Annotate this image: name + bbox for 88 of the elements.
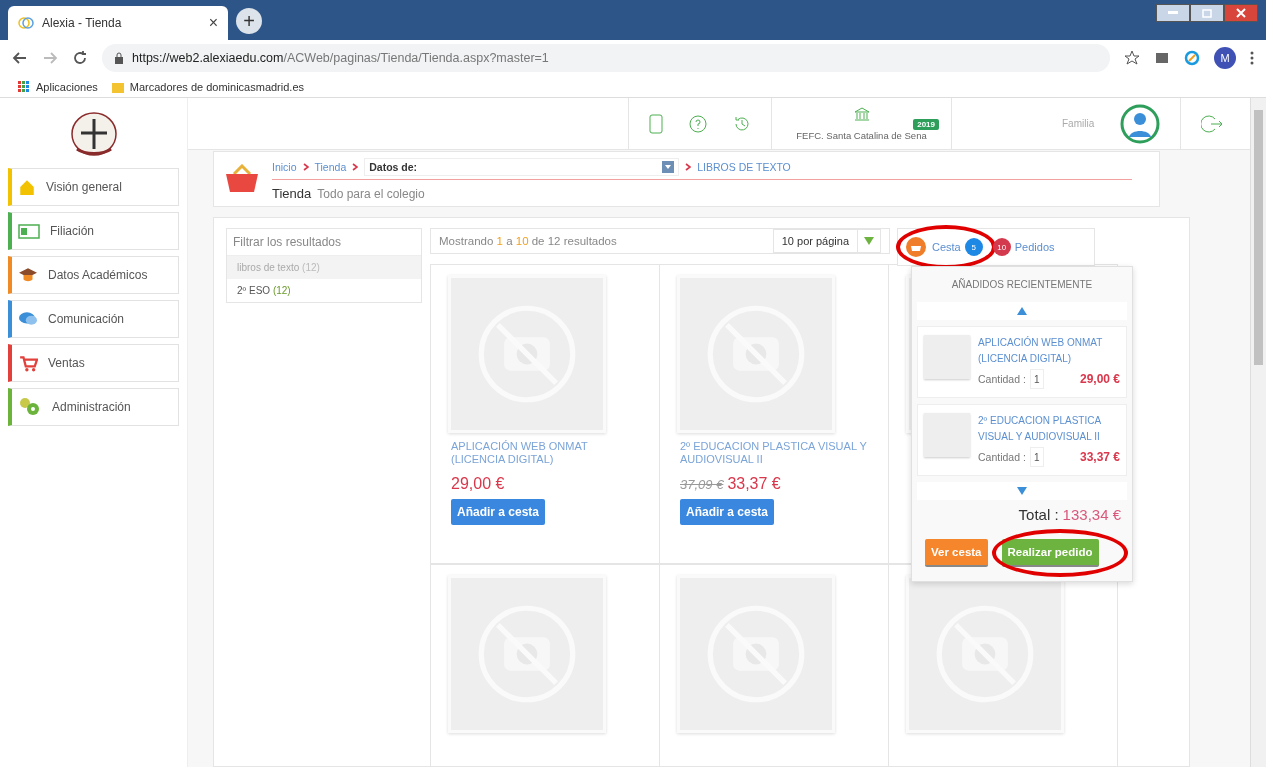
basket-icon bbox=[906, 237, 926, 257]
breadcrumb-link[interactable]: Tienda bbox=[314, 160, 347, 173]
browser-tab[interactable]: Alexia - Tienda × bbox=[8, 6, 228, 40]
scrollbar[interactable] bbox=[1250, 98, 1266, 767]
speech-bubble-icon bbox=[18, 310, 38, 328]
cart-tab[interactable]: Cesta bbox=[906, 237, 961, 257]
dropdown-icon bbox=[662, 160, 675, 173]
profile-avatar[interactable]: M bbox=[1214, 47, 1236, 69]
add-to-cart-button[interactable]: Añadir a cesta bbox=[680, 499, 775, 526]
cart-item-price: 29,00 € bbox=[1079, 372, 1120, 386]
star-icon bbox=[1124, 50, 1140, 66]
user-role: Familia bbox=[1062, 118, 1095, 129]
tablet-icon bbox=[649, 113, 663, 134]
history-icon bbox=[733, 114, 751, 133]
site-logo-icon bbox=[18, 15, 34, 31]
institution-icon bbox=[853, 106, 870, 121]
house-icon bbox=[18, 178, 36, 196]
maximize-button[interactable] bbox=[1190, 4, 1224, 22]
lock-icon bbox=[114, 52, 124, 64]
sidebar-item[interactable]: Ventas bbox=[8, 344, 179, 382]
logout-icon bbox=[1201, 113, 1224, 134]
url-text: https://web2.alexiaedu.com/ACWeb/paginas/Tienda/Tienda.aspx?master=1 bbox=[132, 51, 549, 65]
extension-icon bbox=[1154, 50, 1170, 66]
total-amount: 133,34 € bbox=[1062, 506, 1121, 523]
reload-icon bbox=[72, 50, 88, 66]
total-label: Total : bbox=[1018, 506, 1059, 523]
bookmark[interactable]: Marcadores de dominicasmadrid.es bbox=[111, 80, 304, 93]
quantity-field[interactable]: 1 bbox=[1029, 369, 1044, 389]
cart-item-price: 33,37 € bbox=[1079, 450, 1120, 464]
minimize-icon bbox=[1168, 11, 1178, 15]
id-card-icon bbox=[18, 222, 40, 240]
forward-arrow-icon bbox=[42, 50, 58, 66]
quantity-label: Cantidad : bbox=[978, 373, 1026, 385]
product-price: 33,37 € bbox=[727, 475, 781, 494]
dropdown-icon bbox=[864, 237, 874, 245]
graduation-cap-icon bbox=[18, 266, 38, 284]
sidebar-item[interactable]: Visión general bbox=[8, 168, 179, 206]
sidebar-item[interactable]: Administración bbox=[8, 388, 179, 426]
cart-item-name[interactable]: 2º EDUCACION PLASTICA VISUAL Y AUDIOVISUAL II bbox=[978, 413, 1120, 445]
results-summary: Mostrando 1 a 10 de 12 resultados bbox=[439, 235, 617, 247]
page-subtitle: Todo para el colegio bbox=[317, 186, 425, 201]
new-tab-button[interactable]: + bbox=[236, 8, 262, 34]
product-price: 29,00 € bbox=[451, 475, 505, 494]
tab-title: Alexia - Tienda bbox=[42, 16, 123, 30]
sidebar-item[interactable]: Comunicación bbox=[8, 300, 179, 338]
cart-item-name[interactable]: APLICACIÓN WEB ONMAT (LICENCIA DIGITAL) bbox=[978, 335, 1120, 367]
basket-icon bbox=[224, 164, 260, 194]
per-page-select[interactable]: 10 por página bbox=[772, 229, 881, 253]
sidebar-item[interactable]: Datos Académicos bbox=[8, 256, 179, 294]
image-placeholder bbox=[924, 413, 970, 457]
help-icon bbox=[689, 114, 707, 133]
image-placeholder bbox=[924, 335, 970, 379]
year-badge: 2019 bbox=[913, 118, 939, 130]
chevron-icon bbox=[685, 162, 692, 171]
cart-tab[interactable]: Pedidos bbox=[1014, 241, 1055, 253]
close-icon bbox=[1236, 8, 1246, 18]
maximize-icon bbox=[1202, 8, 1212, 18]
popup-heading: AÑADIDOS RECIENTEMENTE bbox=[950, 277, 1094, 292]
count-badge: 5 bbox=[964, 238, 983, 256]
school-crest-logo bbox=[68, 111, 119, 157]
breadcrumb-link[interactable]: LIBROS DE TEXTO bbox=[697, 160, 791, 173]
breadcrumb-link[interactable]: Inicio bbox=[272, 160, 297, 173]
quantity-field[interactable]: 1 bbox=[1029, 447, 1044, 467]
bookmark[interactable]: Aplicaciones bbox=[18, 80, 98, 93]
menu-icon bbox=[1250, 50, 1254, 66]
gears-icon bbox=[18, 397, 42, 417]
chevron-icon bbox=[302, 162, 309, 171]
quantity-label: Cantidad : bbox=[978, 451, 1026, 463]
sidebar-item[interactable]: Filiación bbox=[8, 212, 179, 250]
school-name: FEFC. Santa Catalina de Sena bbox=[796, 129, 927, 141]
tab-close-button[interactable]: × bbox=[208, 14, 218, 32]
old-price: 37,09 € bbox=[680, 477, 724, 493]
up-arrow-icon bbox=[1016, 306, 1028, 316]
chevron-icon bbox=[352, 162, 359, 171]
data-select[interactable]: Datos de: bbox=[364, 157, 680, 176]
minimize-button[interactable] bbox=[1156, 4, 1190, 22]
extension-icon bbox=[1184, 50, 1200, 66]
back-arrow-icon bbox=[12, 50, 28, 66]
address-bar[interactable]: https://web2.alexiaedu.com/ACWeb/paginas/Tienda/Tienda.aspx?master=1 bbox=[102, 44, 1110, 72]
folder-icon bbox=[111, 80, 124, 93]
count-badge: 10 bbox=[992, 238, 1011, 256]
page-title: Tienda bbox=[272, 185, 312, 201]
add-to-cart-button[interactable]: Añadir a cesta bbox=[451, 499, 546, 526]
apps-grid-icon bbox=[18, 80, 30, 93]
cart-icon bbox=[18, 354, 38, 372]
close-window-button[interactable] bbox=[1224, 4, 1258, 22]
down-arrow-icon bbox=[1016, 486, 1028, 496]
user-avatar[interactable] bbox=[1120, 103, 1161, 144]
